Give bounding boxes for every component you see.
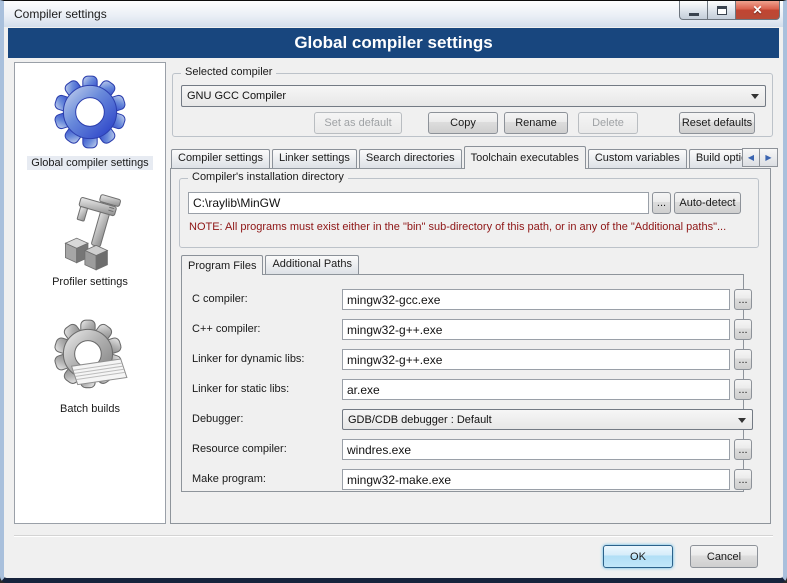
tab-additional-paths[interactable]: Additional Paths — [265, 255, 359, 274]
resource-compiler-label: Resource compiler: — [192, 443, 287, 455]
cancel-button[interactable]: Cancel — [690, 545, 758, 568]
debugger-label: Debugger: — [192, 413, 243, 425]
chevron-down-icon — [738, 418, 746, 423]
tab-search-directories[interactable]: Search directories — [359, 149, 462, 168]
resource-compiler-input[interactable] — [342, 439, 730, 460]
cpp-compiler-browse-button[interactable]: ... — [734, 319, 752, 340]
minimize-button[interactable] — [679, 1, 708, 20]
close-button[interactable]: ✕ — [735, 1, 780, 20]
sidebar-item-label: Profiler settings — [48, 275, 132, 289]
gray-gear-stack-icon — [47, 315, 133, 401]
note-text: NOTE: All programs must exist either in … — [189, 221, 726, 233]
static-linker-input[interactable] — [342, 379, 730, 400]
compiler-settings-window: Compiler settings ✕ Global compiler sett… — [0, 0, 787, 583]
maximize-icon — [717, 6, 727, 15]
tab-toolchain-executables[interactable]: Toolchain executables — [464, 146, 586, 169]
sidebar-item-global-compiler-settings[interactable]: Global compiler settings — [27, 69, 152, 170]
settings-category-list: Global compiler settings — [14, 62, 166, 524]
tab-scroll-left-button[interactable]: ◀ — [742, 148, 760, 167]
sidebar-item-label: Batch builds — [56, 402, 124, 416]
selected-compiler-value: GNU GCC Compiler — [187, 90, 286, 102]
tab-linker-settings[interactable]: Linker settings — [272, 149, 357, 168]
sidebar-item-profiler-settings[interactable]: Profiler settings — [47, 188, 133, 289]
titlebar[interactable]: Compiler settings — [4, 1, 783, 27]
footer-divider — [14, 535, 773, 537]
installation-directory-group: Compiler's installation directory ... Au… — [179, 178, 759, 248]
browse-directory-button[interactable]: ... — [652, 192, 671, 214]
tab-program-files[interactable]: Program Files — [181, 255, 263, 275]
maximize-button[interactable] — [708, 1, 735, 20]
tab-custom-variables[interactable]: Custom variables — [588, 149, 687, 168]
c-compiler-input[interactable] — [342, 289, 730, 310]
installation-directory-group-label: Compiler's installation directory — [188, 171, 348, 183]
resource-compiler-browse-button[interactable]: ... — [734, 439, 752, 460]
delete-button[interactable]: Delete — [578, 112, 638, 134]
tab-scroll-right-button[interactable]: ▶ — [760, 148, 778, 167]
arrow-left-icon: ◀ — [748, 153, 754, 162]
dialog-title: Global compiler settings — [294, 33, 492, 52]
dynamic-linker-label: Linker for dynamic libs: — [192, 353, 305, 365]
blue-gear-icon — [47, 69, 133, 155]
minimize-icon — [689, 13, 699, 16]
program-files-panel: C compiler: ... C++ compiler: ... Linker… — [181, 274, 744, 492]
c-compiler-label: C compiler: — [192, 293, 248, 305]
auto-detect-button[interactable]: Auto-detect — [674, 192, 741, 214]
caption-buttons: ✕ — [679, 1, 780, 20]
c-compiler-browse-button[interactable]: ... — [734, 289, 752, 310]
selected-compiler-dropdown[interactable]: GNU GCC Compiler — [181, 85, 766, 107]
reset-defaults-button[interactable]: Reset defaults — [679, 112, 755, 134]
debugger-dropdown[interactable]: GDB/CDB debugger : Default — [342, 409, 753, 430]
make-program-browse-button[interactable]: ... — [734, 469, 752, 490]
static-linker-browse-button[interactable]: ... — [734, 379, 752, 400]
static-linker-label: Linker for static libs: — [192, 383, 289, 395]
tab-compiler-settings[interactable]: Compiler settings — [171, 149, 270, 168]
ok-button[interactable]: OK — [603, 545, 673, 568]
tab-scroll-buttons: ◀ ▶ — [742, 148, 778, 167]
copy-button[interactable]: Copy — [428, 112, 498, 134]
dynamic-linker-browse-button[interactable]: ... — [734, 349, 752, 370]
dynamic-linker-input[interactable] — [342, 349, 730, 370]
close-icon: ✕ — [752, 3, 762, 17]
caliper-icon — [47, 188, 133, 274]
arrow-right-icon: ▶ — [765, 153, 771, 162]
sidebar-item-batch-builds[interactable]: Batch builds — [47, 315, 133, 416]
selected-compiler-group-label: Selected compiler — [181, 66, 276, 78]
tab-build-options[interactable]: Build options — [689, 149, 742, 168]
settings-tab-strip: Compiler settings Linker settings Search… — [171, 146, 742, 169]
cpp-compiler-input[interactable] — [342, 319, 730, 340]
make-program-label: Make program: — [192, 473, 266, 485]
program-files-tab-strip: Program Files Additional Paths — [181, 255, 361, 275]
dialog-header: Global compiler settings — [8, 28, 779, 58]
chevron-down-icon — [751, 94, 759, 99]
window-title: Compiler settings — [14, 7, 107, 21]
cpp-compiler-label: C++ compiler: — [192, 323, 260, 335]
sidebar-item-label: Global compiler settings — [27, 156, 152, 170]
debugger-value: GDB/CDB debugger : Default — [348, 414, 492, 426]
set-as-default-button[interactable]: Set as default — [314, 112, 402, 134]
rename-button[interactable]: Rename — [504, 112, 568, 134]
installation-directory-input[interactable] — [188, 192, 649, 214]
selected-compiler-group: Selected compiler GNU GCC Compiler Set a… — [172, 73, 773, 137]
toolchain-executables-panel: Compiler's installation directory ... Au… — [170, 168, 771, 524]
make-program-input[interactable] — [342, 469, 730, 490]
